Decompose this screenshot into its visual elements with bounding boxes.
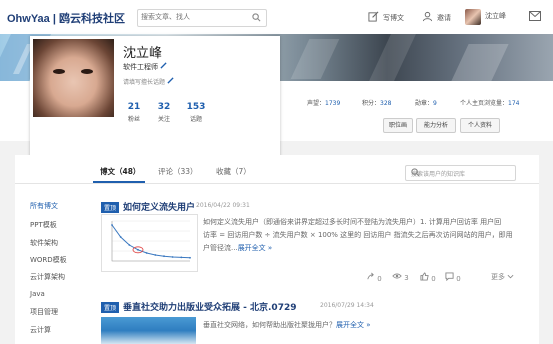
post-title[interactable]: 置顶 如何定义流失用户 (101, 200, 195, 213)
data-point (180, 256, 183, 259)
post-thumbnail-chart[interactable] (101, 214, 198, 272)
write-blog-label: 写博文 (383, 13, 404, 22)
profile-card: 沈立峰 软件工程师 请填写擅长话题 21 粉丝 32 关注 153 话题 (30, 36, 280, 164)
chevron-down-icon (507, 273, 514, 281)
tab-blogs[interactable]: 博文（48） (100, 166, 140, 177)
reputation-stat: 声望：1739 (307, 100, 341, 107)
pinned-badge: 置顶 (101, 202, 120, 213)
data-point (137, 248, 139, 251)
visits-stat: 个人主页浏览量：174 (460, 100, 520, 107)
post-summary: 如何定义流失用户（即通俗来讲界定超过多长时间不登陆为流失用户）1. 计算用户回访… (203, 218, 513, 252)
post-title[interactable]: 置顶 垂直社交助力出版业受众拓展 - 北京.0729 (101, 300, 297, 313)
data-point (119, 236, 122, 238)
category-ppt[interactable]: PPT模板 (30, 220, 57, 230)
data-point (189, 256, 191, 259)
username-link[interactable]: 沈立峰 (485, 11, 506, 21)
career-button[interactable]: 职位画 (383, 118, 413, 133)
tab-bar: 博文（48） 评论（33） 收藏（7） 搜索该用户的知识库 (15, 155, 539, 184)
pencil-icon[interactable] (167, 77, 174, 86)
views-count: 3 (392, 272, 409, 282)
tab-favorites[interactable]: 收藏（7） (216, 166, 251, 177)
active-tab-indicator (93, 181, 145, 183)
points-stat: 积分：328 (362, 100, 392, 107)
eye-icon (392, 273, 404, 282)
comment-action[interactable]: 0 (445, 272, 461, 283)
profile-name: 沈立峰 (123, 46, 163, 61)
post-search-box[interactable]: 搜索该用户的知识库 (405, 165, 516, 181)
avatar[interactable] (465, 9, 481, 25)
post-summary: 垂直社交网络，如何帮助出版社聚拢用户？展开全文 » (203, 321, 371, 329)
category-cloud-architecture[interactable]: 云计算架构 (30, 272, 65, 282)
messages-link[interactable] (529, 11, 541, 23)
mail-icon (529, 11, 541, 23)
tab-comments[interactable]: 评论（33） (158, 166, 198, 177)
comment-icon (445, 272, 456, 283)
username: 沈立峰 (485, 12, 506, 20)
stat-followers[interactable]: 21 粉丝 (123, 102, 145, 123)
data-point (145, 252, 148, 254)
site-logo[interactable]: OhwYaa | 鸥云科技社区 (7, 10, 125, 26)
post-date: 2016/07/29 14:34 (320, 302, 374, 309)
top-bar: OhwYaa | 鸥云科技社区 写博文 邀请 沈立峰 (0, 0, 553, 35)
post-date: 2016/04/22 09:31 (196, 202, 250, 209)
post-thumbnail[interactable] (101, 317, 196, 344)
profile-info-button[interactable]: 个人资料 (460, 118, 500, 133)
invite-link[interactable]: 邀请 (422, 11, 451, 24)
profile-photo (33, 39, 114, 117)
edit-icon (368, 11, 379, 24)
category-word[interactable]: WORD模板 (30, 255, 67, 265)
expand-link[interactable]: 展开全文 » (238, 244, 273, 252)
main-content: 博文（48） 评论（33） 收藏（7） 搜索该用户的知识库 所有博文 PPT模板… (15, 155, 539, 344)
share-icon (366, 272, 377, 283)
profile-hint[interactable]: 请填写擅长话题 (123, 77, 174, 86)
data-point (171, 256, 174, 258)
thumbs-up-icon (420, 272, 431, 283)
series-line (111, 224, 191, 259)
category-cloud[interactable]: 云计算 (30, 325, 51, 335)
data-point (111, 224, 113, 226)
category-architecture[interactable]: 软件架构 (30, 238, 58, 248)
search-input[interactable] (138, 10, 241, 24)
search-icon[interactable] (411, 168, 510, 179)
retention-chart (111, 220, 191, 262)
invite-label: 邀请 (437, 13, 451, 22)
write-blog-link[interactable]: 写博文 (368, 11, 404, 24)
profile-job-title[interactable]: 软件工程师 (123, 62, 167, 72)
data-point (128, 244, 131, 246)
data-point (154, 254, 157, 256)
repost-action[interactable]: 0 (366, 272, 382, 283)
stat-following[interactable]: 32 关注 (153, 102, 175, 123)
ability-analysis-button[interactable]: 能力分析 (416, 118, 456, 133)
pencil-icon[interactable] (160, 62, 167, 71)
like-action[interactable]: 0 (420, 272, 436, 283)
more-menu[interactable]: 更多 (491, 272, 514, 282)
category-all[interactable]: 所有博文 (30, 201, 58, 211)
category-project-management[interactable]: 项目管理 (30, 307, 58, 317)
pinned-badge: 置顶 (101, 302, 120, 313)
rank-stat: 勋章：9 (415, 100, 437, 107)
search-box[interactable] (137, 9, 267, 27)
category-java[interactable]: Java (30, 290, 45, 298)
search-icon[interactable] (252, 13, 261, 24)
stat-topics[interactable]: 153 话题 (183, 102, 209, 123)
user-icon (422, 11, 433, 24)
expand-link[interactable]: 展开全文 » (336, 321, 371, 329)
data-point (163, 255, 165, 258)
